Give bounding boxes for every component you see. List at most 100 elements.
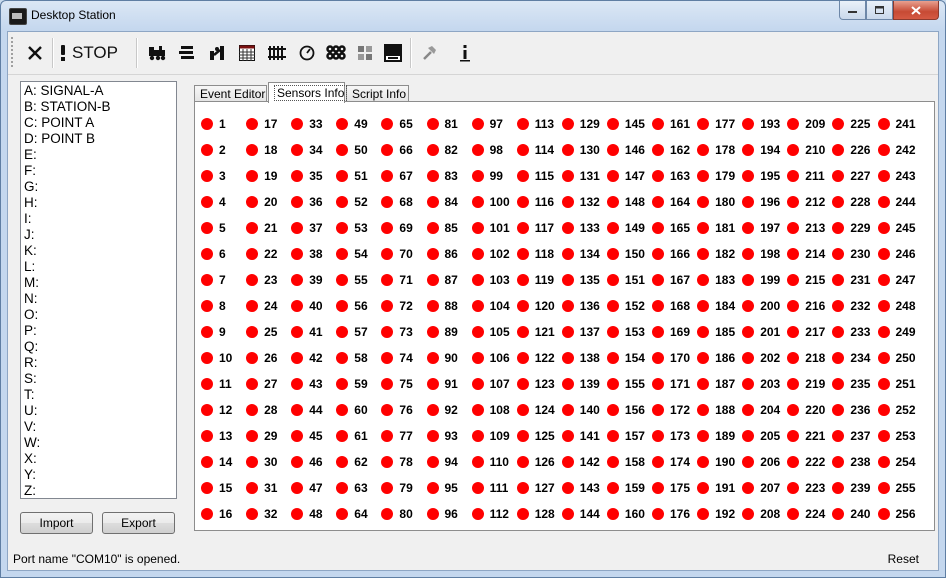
sensor-72[interactable]: 72 xyxy=(381,298,426,314)
sensor-56[interactable]: 56 xyxy=(336,298,381,314)
sensor-79[interactable]: 79 xyxy=(381,480,426,496)
sensor-24[interactable]: 24 xyxy=(246,298,291,314)
sensor-117[interactable]: 117 xyxy=(516,220,562,236)
sensor-93[interactable]: 93 xyxy=(426,428,472,444)
sensor-243[interactable]: 243 xyxy=(877,168,923,184)
sensor-165[interactable]: 165 xyxy=(652,220,697,236)
event-list-item[interactable]: F: xyxy=(24,163,176,179)
sensor-131[interactable]: 131 xyxy=(561,168,607,184)
minimize-button[interactable] xyxy=(839,1,866,20)
sensor-2[interactable]: 2 xyxy=(201,142,246,158)
sensor-13[interactable]: 13 xyxy=(201,428,246,444)
sensor-133[interactable]: 133 xyxy=(561,220,607,236)
sensor-206[interactable]: 206 xyxy=(742,454,787,470)
sensor-63[interactable]: 63 xyxy=(336,480,381,496)
event-list-item[interactable]: B: STATION-B xyxy=(24,99,176,115)
sensor-245[interactable]: 245 xyxy=(877,220,923,236)
sensor-145[interactable]: 145 xyxy=(606,116,652,132)
sensor-172[interactable]: 172 xyxy=(652,402,697,418)
sensor-58[interactable]: 58 xyxy=(336,350,381,366)
event-list-item[interactable]: W: xyxy=(24,435,176,451)
sensor-247[interactable]: 247 xyxy=(877,272,923,288)
sensor-189[interactable]: 189 xyxy=(697,428,742,444)
sensor-185[interactable]: 185 xyxy=(697,324,742,340)
sensor-161[interactable]: 161 xyxy=(652,116,697,132)
sensor-44[interactable]: 44 xyxy=(291,402,336,418)
sensor-169[interactable]: 169 xyxy=(652,324,697,340)
sensor-111[interactable]: 111 xyxy=(471,480,517,496)
sensor-156[interactable]: 156 xyxy=(606,402,652,418)
sensor-88[interactable]: 88 xyxy=(426,298,472,314)
sensor-39[interactable]: 39 xyxy=(291,272,336,288)
sensor-228[interactable]: 228 xyxy=(832,194,877,210)
sensor-8[interactable]: 8 xyxy=(201,298,246,314)
sensor-22[interactable]: 22 xyxy=(246,246,291,262)
sensor-168[interactable]: 168 xyxy=(652,298,697,314)
sensor-201[interactable]: 201 xyxy=(742,324,787,340)
sensor-237[interactable]: 237 xyxy=(832,428,877,444)
clock-icon[interactable] xyxy=(296,40,318,66)
sensor-6[interactable]: 6 xyxy=(201,246,246,262)
event-list-item[interactable]: Z: xyxy=(24,483,176,499)
sensor-151[interactable]: 151 xyxy=(606,272,652,288)
sensor-182[interactable]: 182 xyxy=(697,246,742,262)
sensor-45[interactable]: 45 xyxy=(291,428,336,444)
sensor-164[interactable]: 164 xyxy=(652,194,697,210)
sensor-40[interactable]: 40 xyxy=(291,298,336,314)
event-list-item[interactable]: O: xyxy=(24,307,176,323)
sensor-59[interactable]: 59 xyxy=(336,376,381,392)
sensor-16[interactable]: 16 xyxy=(201,506,246,522)
sensor-112[interactable]: 112 xyxy=(471,506,517,522)
sensor-163[interactable]: 163 xyxy=(652,168,697,184)
sensor-197[interactable]: 197 xyxy=(742,220,787,236)
sensor-208[interactable]: 208 xyxy=(742,506,787,522)
sensor-31[interactable]: 31 xyxy=(246,480,291,496)
reset-button[interactable]: Reset xyxy=(888,552,919,566)
sensor-195[interactable]: 195 xyxy=(742,168,787,184)
sensor-147[interactable]: 147 xyxy=(606,168,652,184)
sensor-97[interactable]: 97 xyxy=(471,116,517,132)
sensor-110[interactable]: 110 xyxy=(471,454,517,470)
sensor-190[interactable]: 190 xyxy=(697,454,742,470)
accessory-icon[interactable] xyxy=(206,40,228,66)
sensor-196[interactable]: 196 xyxy=(742,194,787,210)
event-list[interactable]: A: SIGNAL-A B: STATION-B C: POINT A D: POIN… xyxy=(20,81,177,499)
event-list-item[interactable]: G: xyxy=(24,179,176,195)
sensor-118[interactable]: 118 xyxy=(516,246,562,262)
sensor-199[interactable]: 199 xyxy=(742,272,787,288)
sensor-203[interactable]: 203 xyxy=(742,376,787,392)
sensor-126[interactable]: 126 xyxy=(516,454,562,470)
sensor-28[interactable]: 28 xyxy=(246,402,291,418)
sensor-14[interactable]: 14 xyxy=(201,454,246,470)
sensor-15[interactable]: 15 xyxy=(201,480,246,496)
sensor-130[interactable]: 130 xyxy=(561,142,607,158)
sensor-153[interactable]: 153 xyxy=(606,324,652,340)
sensor-100[interactable]: 100 xyxy=(471,194,517,210)
sensor-73[interactable]: 73 xyxy=(381,324,426,340)
sensor-129[interactable]: 129 xyxy=(561,116,607,132)
sensor-188[interactable]: 188 xyxy=(697,402,742,418)
sensor-181[interactable]: 181 xyxy=(697,220,742,236)
sensor-89[interactable]: 89 xyxy=(426,324,472,340)
sensor-138[interactable]: 138 xyxy=(561,350,607,366)
sensor-158[interactable]: 158 xyxy=(606,454,652,470)
event-list-item[interactable]: L: xyxy=(24,259,176,275)
sensor-46[interactable]: 46 xyxy=(291,454,336,470)
event-list-item[interactable]: N: xyxy=(24,291,176,307)
sensor-224[interactable]: 224 xyxy=(787,506,832,522)
sensor-54[interactable]: 54 xyxy=(336,246,381,262)
sensor-64[interactable]: 64 xyxy=(336,506,381,522)
sensor-65[interactable]: 65 xyxy=(381,116,426,132)
sensor-142[interactable]: 142 xyxy=(561,454,607,470)
info-icon[interactable] xyxy=(454,40,476,66)
sensor-71[interactable]: 71 xyxy=(381,272,426,288)
sensor-175[interactable]: 175 xyxy=(652,480,697,496)
sensor-254[interactable]: 254 xyxy=(877,454,923,470)
sensor-62[interactable]: 62 xyxy=(336,454,381,470)
sensor-136[interactable]: 136 xyxy=(561,298,607,314)
sensor-152[interactable]: 152 xyxy=(606,298,652,314)
sensor-84[interactable]: 84 xyxy=(426,194,472,210)
sensor-77[interactable]: 77 xyxy=(381,428,426,444)
sensor-234[interactable]: 234 xyxy=(832,350,877,366)
sensor-232[interactable]: 232 xyxy=(832,298,877,314)
